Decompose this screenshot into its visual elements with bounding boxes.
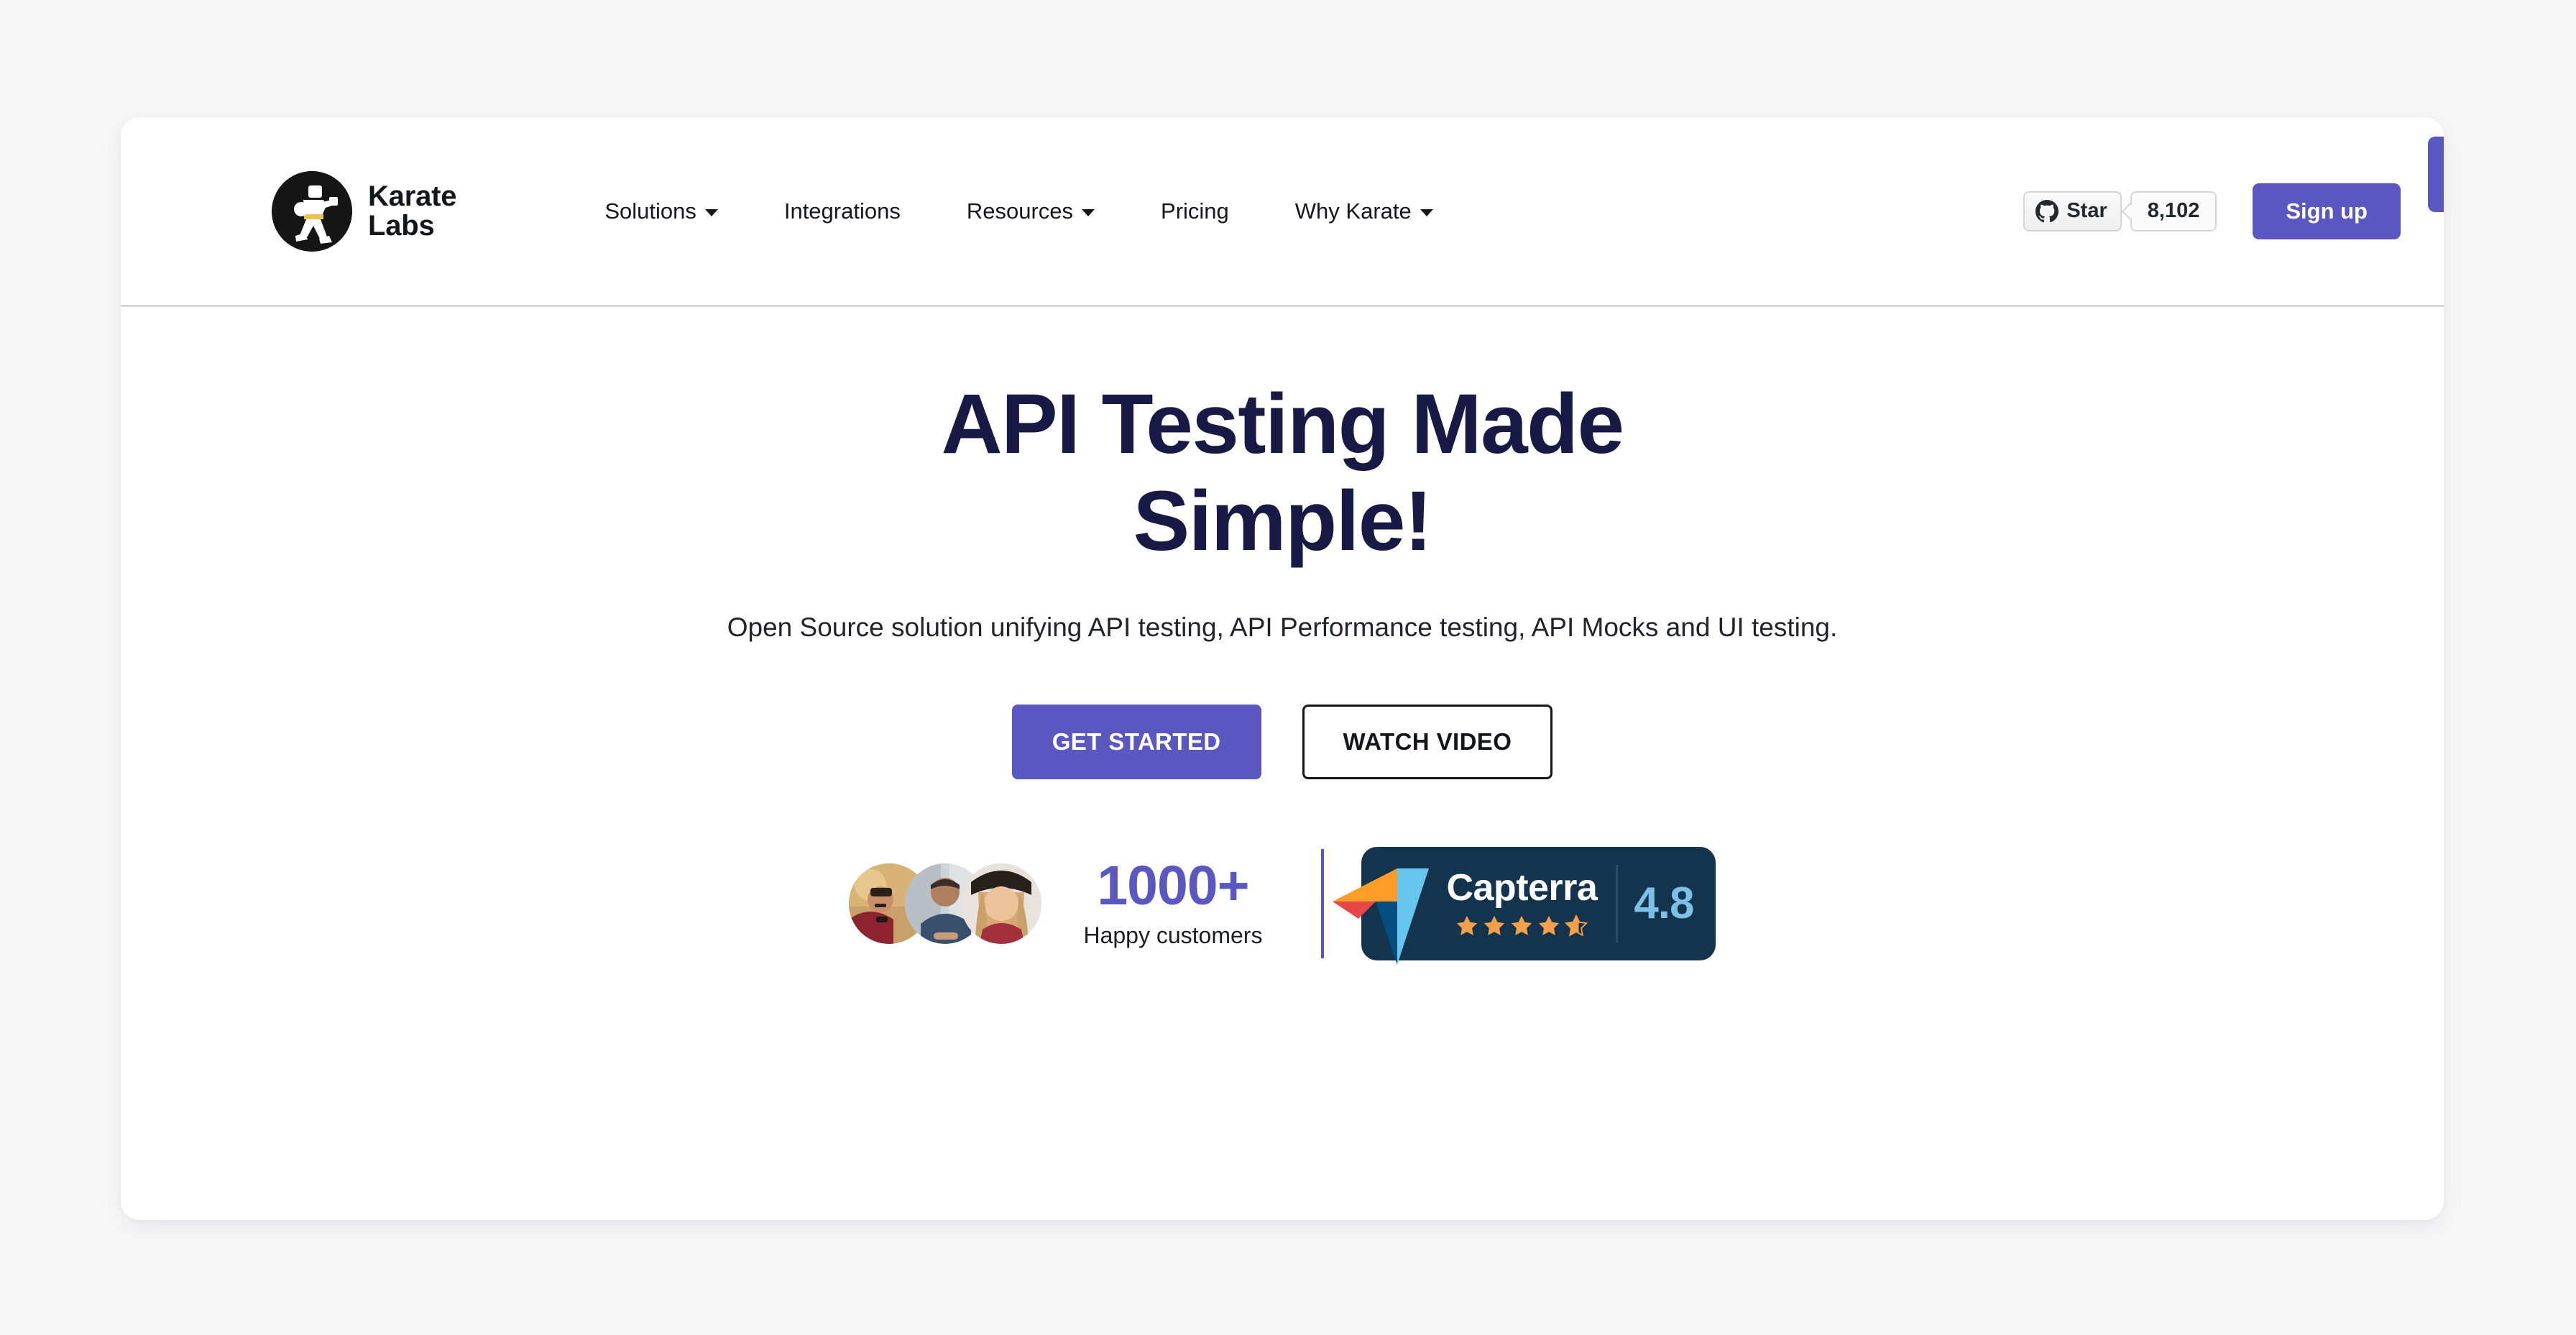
hero-subtitle: Open Source solution unifying API testin… <box>727 613 1838 643</box>
nav-item-resources[interactable]: Resources <box>934 198 1128 224</box>
customers-count: 1000+ <box>1097 855 1249 917</box>
hero-page-card: Karate Labs Solutions Integrations Resou… <box>121 117 2444 1220</box>
nav-item-pricing[interactable]: Pricing <box>1128 198 1262 224</box>
github-star-count[interactable]: 8,102 <box>2130 191 2217 231</box>
brand-name: Karate Labs <box>368 180 457 242</box>
chevron-down-icon <box>1420 209 1433 216</box>
github-star-button[interactable]: Star <box>2023 191 2122 231</box>
get-started-button[interactable]: GET STARTED <box>1011 705 1261 780</box>
site-header: Karate Labs Solutions Integrations Resou… <box>121 117 2444 307</box>
github-star-label: Star <box>2066 199 2107 222</box>
github-star-count-wrap: 8,102 <box>2130 191 2217 231</box>
signup-button[interactable]: Sign up <box>2253 183 2401 239</box>
nav-item-label: Resources <box>966 198 1074 224</box>
star-icon <box>1457 915 1478 935</box>
page-title-line2: Simple! <box>1133 473 1433 569</box>
nav-item-solutions[interactable]: Solutions <box>571 198 751 224</box>
page-title-line1: API Testing Made <box>941 377 1624 472</box>
karate-figure-icon <box>272 170 352 252</box>
header-actions: Star 8,102 Sign up <box>2023 183 2401 239</box>
watch-video-button[interactable]: WATCH VIDEO <box>1302 705 1553 780</box>
chevron-down-icon <box>704 209 718 216</box>
capterra-name: Capterra <box>1446 867 1598 909</box>
social-proof-row: 1000+ Happy customers Capterra 4.8 <box>121 847 2444 965</box>
nav-item-label: Integrations <box>783 198 901 224</box>
brand-name-line1: Karate <box>368 180 457 212</box>
star-icon <box>1539 915 1560 935</box>
proof-divider <box>1321 849 1325 959</box>
avatar <box>961 863 1042 945</box>
nav-item-label: Pricing <box>1161 198 1229 224</box>
capterra-brand: Capterra <box>1446 867 1598 938</box>
hero-cta-row: GET STARTED WATCH VIDEO <box>121 705 2444 780</box>
nav-item-label: Why Karate <box>1294 198 1412 224</box>
customer-avatars <box>849 863 1042 945</box>
capterra-paper-plane-icon <box>1333 868 1430 965</box>
hero-section: API Testing Made Simple! Open Source sol… <box>121 307 2444 965</box>
github-star-widget: Star 8,102 <box>2023 191 2217 231</box>
nav-item-integrations[interactable]: Integrations <box>751 198 934 224</box>
page-root: Karate Labs Solutions Integrations Resou… <box>0 0 2576 1335</box>
star-icon <box>1512 915 1532 935</box>
page-title: API Testing Made Simple! <box>772 376 1793 569</box>
capterra-separator <box>1616 865 1619 943</box>
capterra-rating: 4.8 <box>1634 878 1694 929</box>
brand-logo[interactable]: Karate Labs <box>272 170 457 252</box>
main-nav: Solutions Integrations Resources Pricing… <box>571 198 1466 224</box>
nav-item-label: Solutions <box>604 198 696 224</box>
customers-label: Happy customers <box>1083 922 1263 949</box>
capterra-badge[interactable]: Capterra 4.8 <box>1333 847 1716 965</box>
nav-item-why-karate[interactable]: Why Karate <box>1262 198 1466 224</box>
brand-name-line2: Labs <box>368 209 435 242</box>
star-icon <box>1484 915 1505 935</box>
capterra-stars <box>1446 914 1597 938</box>
github-icon <box>2036 199 2059 222</box>
chevron-down-icon <box>1082 209 1095 216</box>
star-icon-half <box>1565 914 1588 937</box>
happy-customers-block: 1000+ Happy customers <box>1062 858 1284 949</box>
